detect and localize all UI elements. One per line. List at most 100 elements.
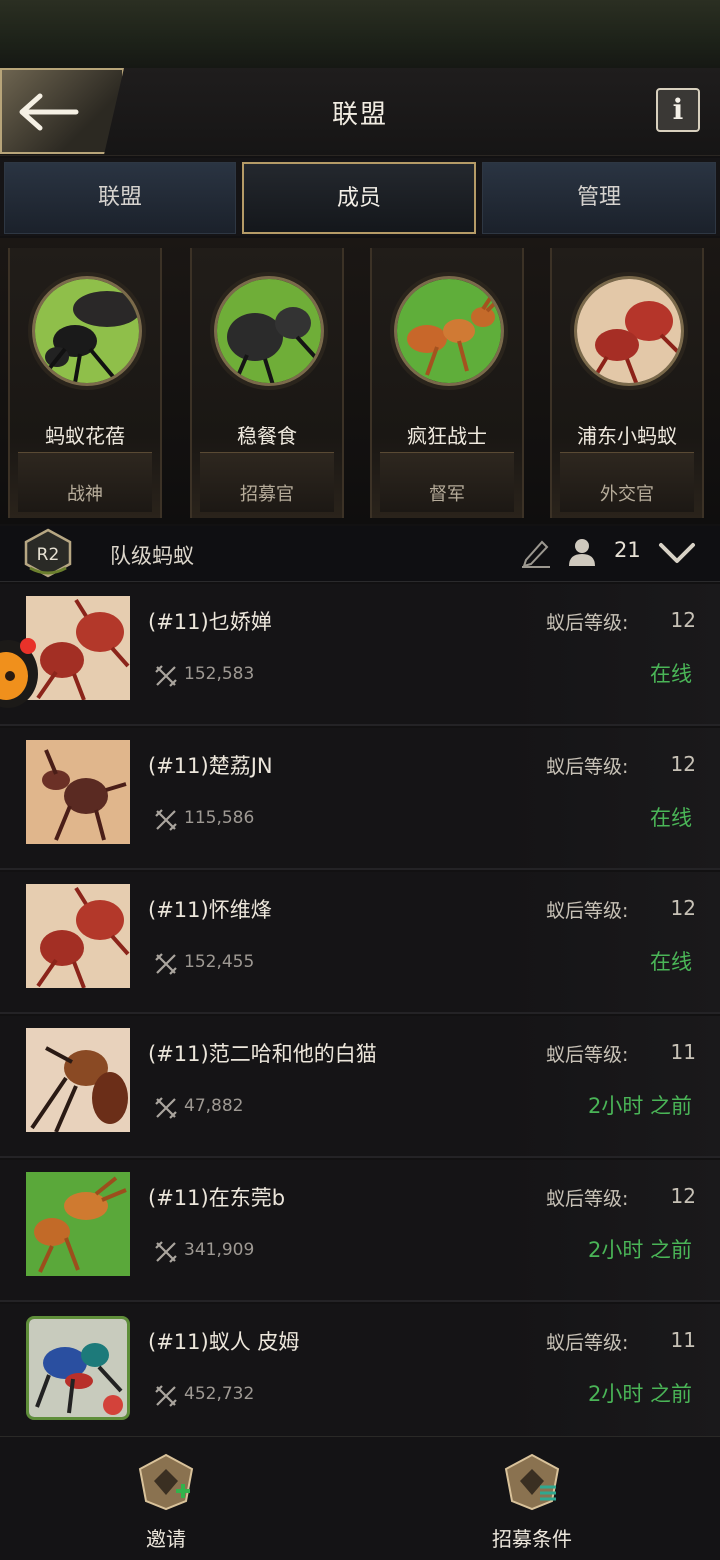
rank-badge: R2 (22, 528, 74, 578)
member-row[interactable]: (#11)楚荔JN 115,586 蚁后等级: 12 在线 (0, 728, 720, 870)
member-power: 152,455 (184, 952, 255, 972)
officer-card[interactable]: 蚂蚁花蓓 战神 (8, 248, 162, 518)
rank-name: 队级蚂蚁 (110, 544, 194, 568)
queen-level-label: 蚁后等级: (546, 1332, 629, 1354)
member-row[interactable]: (#11)乜娇婵 152,583 蚁后等级: 12 在线 (0, 584, 720, 726)
member-power: 341,909 (184, 1240, 255, 1260)
tab-manage[interactable]: 管理 (482, 162, 716, 234)
online-status: 2小时 之前 (587, 1382, 692, 1406)
rank-badge-text: R2 (37, 545, 60, 565)
recruit-conditions-label: 招募条件 (492, 1527, 572, 1551)
member-row[interactable]: (#11)范二哈和他的白猫 47,882 蚁后等级: 11 2小时 之前 (0, 1016, 720, 1158)
member-avatar (26, 884, 130, 988)
member-row[interactable]: (#11)怀维烽 152,455 蚁后等级: 12 在线 (0, 872, 720, 1014)
officer-role: 督军 (429, 484, 465, 505)
member-power: 47,882 (184, 1096, 244, 1116)
officer-name: 稳餐食 (237, 424, 297, 448)
person-icon (569, 539, 595, 566)
avatar (32, 276, 142, 386)
ant-avatar-image (397, 279, 501, 383)
member-avatar (26, 1028, 130, 1132)
crossed-swords-icon (155, 665, 177, 687)
tab-bar: 联盟 成员 管理 (0, 158, 720, 236)
ant-avatar-image (26, 884, 130, 988)
queen-level: 11 (670, 1040, 696, 1064)
member-list: (#11)乜娇婵 152,583 蚁后等级: 12 在线 (#11)楚荔JN 1… (0, 584, 720, 1446)
officer-name: 疯狂战士 (407, 424, 487, 448)
ant-avatar-image (217, 279, 321, 383)
avatar (214, 276, 324, 386)
ant-avatar-image (577, 279, 681, 383)
officer-panel: 蚂蚁花蓓 战神 稳餐食 招募官 疯狂战士 督军 浦东小蚂蚁 外交官 (0, 238, 720, 524)
member-power: 452,732 (184, 1384, 255, 1404)
floating-assistant[interactable] (0, 626, 42, 714)
ant-avatar-image (35, 279, 139, 383)
queen-level-label: 蚁后等级: (546, 1188, 629, 1210)
edit-icon[interactable] (520, 538, 552, 568)
queen-level: 12 (670, 1184, 696, 1208)
avatar (394, 276, 504, 386)
page-title: 联盟 (331, 100, 388, 130)
online-status: 在线 (650, 950, 692, 974)
orange-pet-icon (0, 638, 38, 708)
ant-avatar-image (26, 1172, 130, 1276)
info-button[interactable]: i (656, 88, 700, 132)
recruit-conditions-button[interactable]: 招募条件 (432, 1437, 632, 1560)
member-row[interactable]: (#11)蚁人 皮姆 452,732 蚁后等级: 11 2小时 之前 (0, 1304, 720, 1446)
tab-members[interactable]: 成员 (242, 162, 476, 234)
tab-alliance[interactable]: 联盟 (4, 162, 236, 234)
online-status: 在线 (650, 662, 692, 686)
officer-card[interactable]: 浦东小蚂蚁 外交官 (550, 248, 704, 518)
officer-card[interactable]: 疯狂战士 督军 (370, 248, 524, 518)
officer-role: 战神 (67, 484, 103, 505)
top-background (0, 0, 720, 68)
ant-avatar-image (26, 1028, 130, 1132)
member-name: (#11)乜娇婵 (148, 610, 272, 634)
crossed-swords-icon (155, 1097, 177, 1119)
online-status: 2小时 之前 (587, 1238, 692, 1262)
officer-name: 蚂蚁花蓓 (45, 424, 125, 448)
member-name: (#11)范二哈和他的白猫 (148, 1042, 377, 1066)
rank-group-header[interactable]: R2 队级蚂蚁 21 (0, 526, 720, 582)
member-power: 115,586 (184, 808, 255, 828)
crossed-swords-icon (155, 809, 177, 831)
member-name: (#11)在东莞b (148, 1186, 286, 1210)
member-row[interactable]: (#11)在东莞b 341,909 蚁后等级: 12 2小时 之前 (0, 1160, 720, 1302)
officer-role: 外交官 (600, 484, 654, 505)
chevron-down-icon[interactable] (658, 540, 696, 566)
queen-level-label: 蚁后等级: (546, 1044, 629, 1066)
officer-card[interactable]: 稳餐食 招募官 (190, 248, 344, 518)
member-name: (#11)怀维烽 (148, 898, 272, 922)
crossed-swords-icon (155, 953, 177, 975)
invite-label: 邀请 (146, 1527, 186, 1551)
ant-avatar-image (29, 1319, 127, 1417)
bottom-action-bar: 邀请 招募条件 (0, 1436, 720, 1560)
crossed-swords-icon (155, 1241, 177, 1263)
queen-level-label: 蚁后等级: (546, 900, 629, 922)
crossed-swords-icon (155, 1385, 177, 1407)
header-bar: 联盟 i (0, 68, 720, 156)
alliance-invite-icon (138, 1453, 194, 1511)
member-power: 152,583 (184, 664, 255, 684)
queen-level-label: 蚁后等级: (546, 612, 629, 634)
officer-role: 招募官 (240, 484, 294, 505)
queen-level: 12 (670, 896, 696, 920)
queen-level: 12 (670, 752, 696, 776)
ant-avatar-image (26, 740, 130, 844)
member-avatar (26, 1316, 130, 1420)
invite-button[interactable]: 邀请 (66, 1437, 266, 1560)
member-name: (#11)楚荔JN (148, 754, 273, 778)
avatar (574, 276, 684, 386)
queen-level-label: 蚁后等级: (546, 756, 629, 778)
online-status: 在线 (650, 806, 692, 830)
queen-level: 12 (670, 608, 696, 632)
alliance-recruit-icon (504, 1453, 560, 1511)
officer-name: 浦东小蚂蚁 (577, 424, 677, 448)
online-status: 2小时 之前 (587, 1094, 692, 1118)
member-avatar (26, 740, 130, 844)
member-count: 21 (614, 538, 641, 562)
member-name: (#11)蚁人 皮姆 (148, 1330, 300, 1354)
rank-shield-icon: R2 (24, 528, 72, 578)
member-avatar (26, 1172, 130, 1276)
queen-level: 11 (670, 1328, 696, 1352)
